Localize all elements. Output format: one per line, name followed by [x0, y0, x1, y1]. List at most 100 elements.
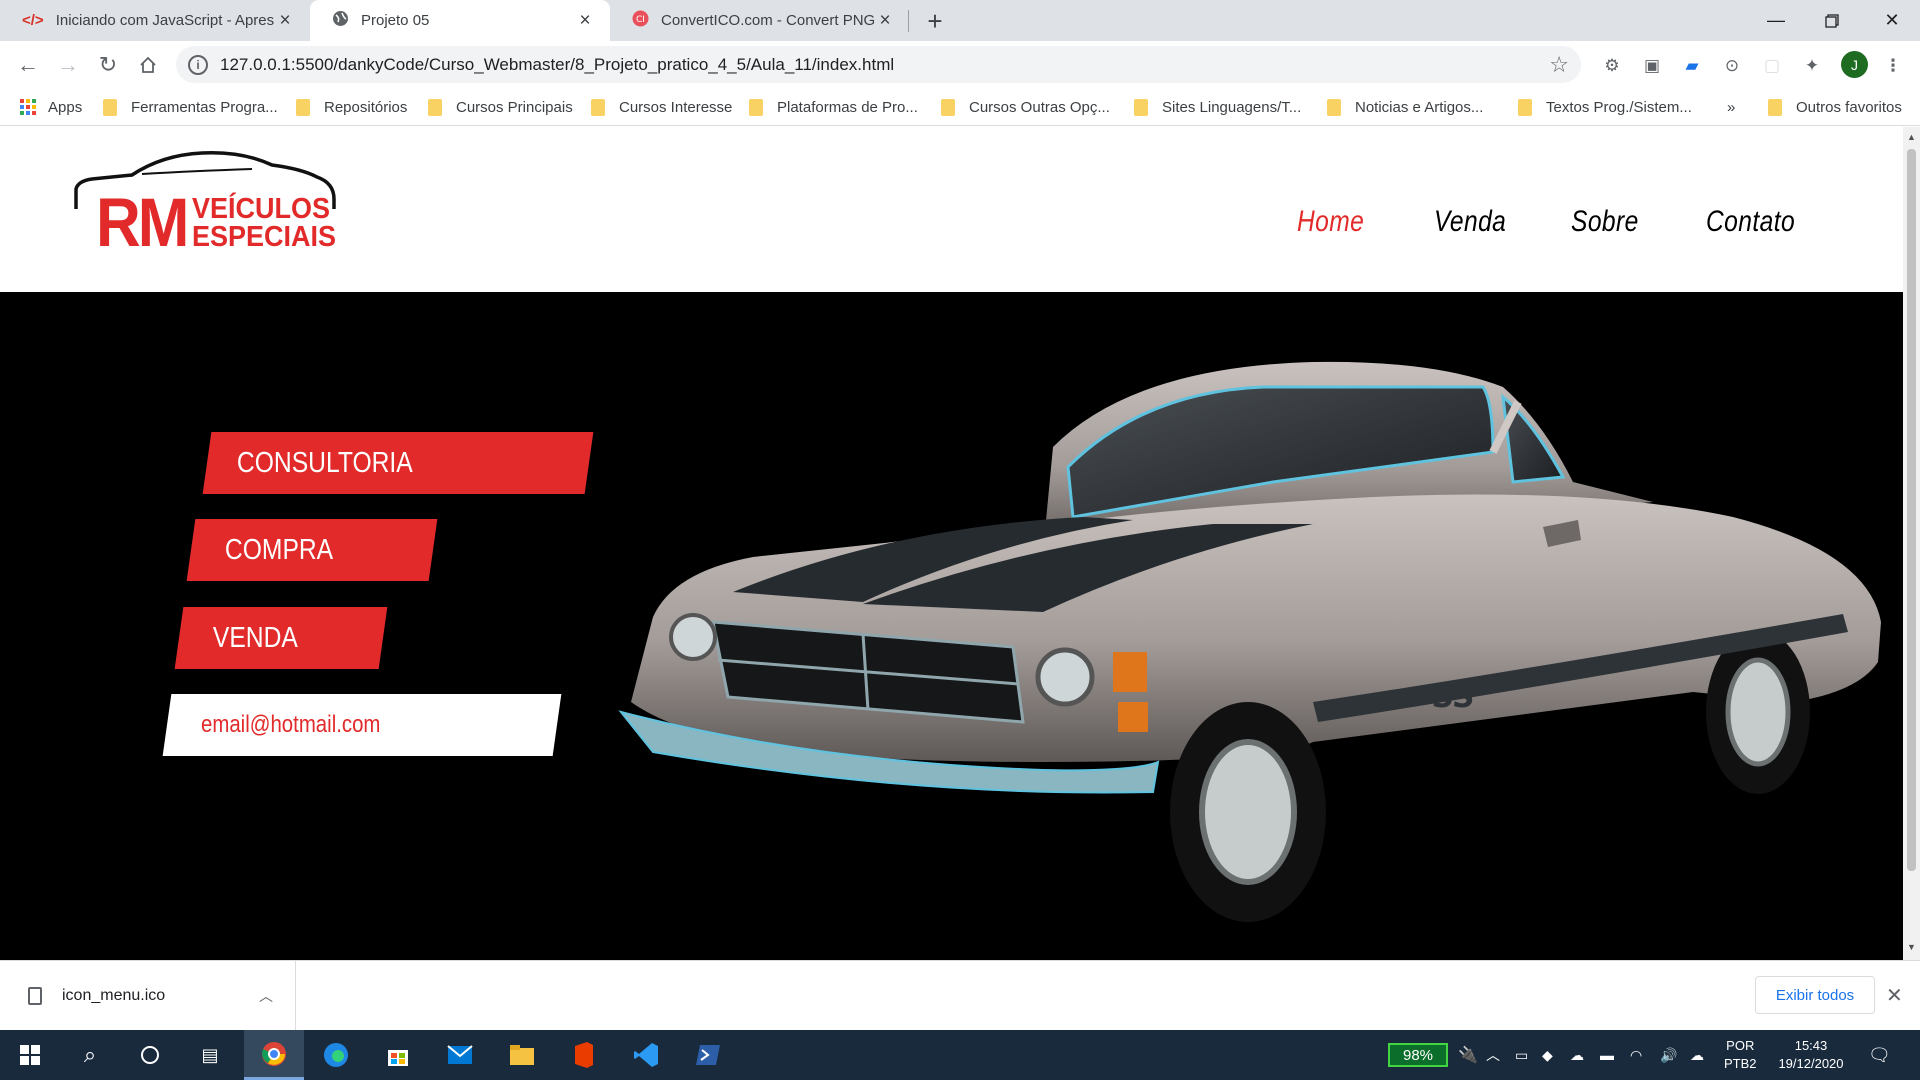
- compra-button[interactable]: COMPRA: [186, 519, 438, 581]
- tab-projeto-05[interactable]: Projeto 05 ×: [310, 0, 610, 41]
- close-icon[interactable]: ×: [574, 10, 596, 32]
- window-close-icon[interactable]: ✕: [1864, 0, 1920, 41]
- main-nav: Home Venda Sobre Contato: [0, 205, 1903, 253]
- site-header: RM VEÍCULOS ESPECIAIS Home Venda Sobre C…: [0, 127, 1903, 292]
- task-view-icon[interactable]: ▤: [180, 1030, 240, 1080]
- bookmark-folder[interactable]: Sites Linguagens/T...: [1134, 95, 1301, 119]
- bookmark-label: Cursos Outras Opç...: [969, 98, 1110, 116]
- address-bar[interactable]: i 127.0.0.1:5500/dankyCode/Curso_Webmast…: [176, 46, 1581, 83]
- tab-convertico[interactable]: CI ConvertICO.com - Convert PNG t ×: [610, 0, 910, 41]
- scroll-up-arrow-icon[interactable]: ▲: [1907, 132, 1916, 142]
- consultoria-button[interactable]: CONSULTORIA: [202, 432, 594, 494]
- cortana-icon[interactable]: [120, 1030, 180, 1080]
- tab-strip: </> Iniciando com JavaScript - Apres × P…: [0, 0, 1920, 41]
- powershell-icon[interactable]: [678, 1030, 738, 1080]
- mail-icon[interactable]: [430, 1030, 490, 1080]
- bookmark-label: Repositórios: [324, 98, 408, 116]
- volume-icon[interactable]: 🔊: [1660, 1030, 1677, 1080]
- edge-icon[interactable]: [306, 1030, 366, 1080]
- venda-button[interactable]: VENDA: [174, 607, 388, 669]
- chevron-up-icon[interactable]: ︿: [259, 986, 273, 1006]
- bookmark-folder[interactable]: Repositórios: [296, 95, 407, 119]
- page-viewport: RM VEÍCULOS ESPECIAIS Home Venda Sobre C…: [0, 127, 1903, 960]
- download-item[interactable]: icon_menu.ico ︿: [0, 961, 296, 1031]
- office-icon[interactable]: [554, 1030, 614, 1080]
- bookmark-label: Cursos Interesse: [619, 98, 733, 116]
- screenshot-extension-icon[interactable]: ▣: [1641, 55, 1663, 77]
- bookmark-folder[interactable]: Cursos Interesse: [591, 95, 732, 119]
- nav-sobre[interactable]: Sobre: [1571, 205, 1639, 239]
- profile-avatar[interactable]: J: [1841, 51, 1868, 78]
- extensions-puzzle-icon[interactable]: ✦: [1801, 55, 1823, 77]
- bookmark-folder[interactable]: Textos Prog./Sistem...: [1518, 95, 1692, 119]
- bookmark-folder[interactable]: Plataformas de Pro...: [749, 95, 918, 119]
- windows-start-icon[interactable]: [0, 1030, 60, 1080]
- nav-venda[interactable]: Venda: [1434, 205, 1506, 239]
- bookmark-apps[interactable]: Apps: [20, 95, 82, 119]
- home-icon[interactable]: [132, 49, 164, 81]
- chrome-icon[interactable]: [244, 1030, 304, 1080]
- close-icon[interactable]: ×: [874, 10, 896, 32]
- chevron-up-icon[interactable]: ︿: [1486, 1030, 1500, 1080]
- hero-banner: SS CONSULTORIA COMPRA VENDA email@hotmai…: [0, 292, 1903, 960]
- file-explorer-icon[interactable]: [492, 1030, 552, 1080]
- forward-arrow-icon[interactable]: →: [52, 49, 84, 81]
- folder-icon: [1768, 98, 1782, 116]
- close-icon[interactable]: ×: [274, 10, 296, 32]
- email-button[interactable]: email@hotmail.com: [162, 694, 562, 756]
- svg-text:CI: CI: [636, 15, 645, 25]
- email-label: email@hotmail.com: [201, 711, 381, 738]
- show-all-downloads-button[interactable]: Exibir todos: [1755, 976, 1875, 1014]
- bookmark-folder[interactable]: Cursos Principais: [428, 95, 573, 119]
- convertico-icon: CI: [632, 10, 649, 31]
- scroll-down-arrow-icon[interactable]: ▼: [1907, 942, 1916, 952]
- clock[interactable]: 15:43 19/12/2020: [1768, 1030, 1854, 1080]
- battery-percentage[interactable]: 98%: [1388, 1043, 1448, 1067]
- menu-dots-icon[interactable]: ⋮: [1882, 55, 1904, 77]
- plug-icon[interactable]: 🔌: [1458, 1030, 1478, 1080]
- battery-icon[interactable]: ▬: [1600, 1030, 1614, 1080]
- input-language[interactable]: POR PTB2: [1724, 1030, 1757, 1080]
- code-extension-icon[interactable]: ⊙: [1721, 55, 1743, 77]
- blank-extension-icon[interactable]: ▢: [1761, 55, 1783, 77]
- wifi-icon[interactable]: ◠: [1630, 1030, 1642, 1080]
- url-text[interactable]: 127.0.0.1:5500/dankyCode/Curso_Webmaster…: [220, 55, 894, 75]
- folder-icon: [1518, 98, 1532, 116]
- back-arrow-icon[interactable]: ←: [12, 49, 44, 81]
- minimize-icon[interactable]: —: [1748, 0, 1804, 41]
- onedrive-cloud-icon[interactable]: ☁: [1570, 1030, 1584, 1080]
- folder-icon: [428, 98, 442, 116]
- folder-icon: [1327, 98, 1341, 116]
- nav-contato[interactable]: Contato: [1706, 205, 1795, 239]
- new-tab-button[interactable]: +: [920, 6, 950, 36]
- vscode-icon[interactable]: [616, 1030, 676, 1080]
- bookmarks-overflow-chevron[interactable]: »: [1727, 95, 1735, 119]
- nav-home[interactable]: Home: [1297, 205, 1364, 239]
- bookmark-folder[interactable]: Cursos Outras Opç...: [941, 95, 1110, 119]
- notifications-icon[interactable]: 🗨: [1868, 1030, 1891, 1080]
- bookmark-other-favorites[interactable]: Outros favoritos: [1768, 95, 1902, 119]
- tab-iniciando-javascript[interactable]: </> Iniciando com JavaScript - Apres ×: [0, 0, 310, 41]
- bookmark-folder[interactable]: Noticias e Artigos...: [1327, 95, 1483, 119]
- reload-icon[interactable]: ↻: [92, 49, 124, 81]
- compra-label: COMPRA: [225, 533, 334, 566]
- meet-now-icon[interactable]: ▭: [1515, 1030, 1528, 1080]
- store-icon[interactable]: [368, 1030, 428, 1080]
- scrollbar-thumb[interactable]: [1907, 149, 1916, 871]
- bookmark-label: Apps: [48, 98, 83, 116]
- info-icon[interactable]: i: [188, 54, 208, 75]
- svg-text:SS: SS: [1433, 680, 1475, 715]
- folder-icon: [296, 98, 310, 116]
- extension-gear-icon[interactable]: ⚙: [1601, 55, 1623, 77]
- page-scrollbar[interactable]: ▲ ▼: [1903, 127, 1920, 960]
- close-icon[interactable]: ✕: [1886, 983, 1903, 1008]
- bookmark-label: Textos Prog./Sistem...: [1546, 98, 1692, 116]
- drive-extension-icon[interactable]: ▰: [1681, 55, 1703, 77]
- dropbox-icon[interactable]: ◆: [1542, 1030, 1553, 1080]
- bookmark-star-icon[interactable]: ☆: [1549, 52, 1569, 78]
- bookmark-folder[interactable]: Ferramentas Progra...: [103, 95, 278, 119]
- bookmark-label: Outros favoritos: [1796, 98, 1902, 116]
- restore-icon[interactable]: [1804, 0, 1860, 41]
- search-icon[interactable]: ⌕: [60, 1030, 120, 1080]
- cloud-upload-icon[interactable]: ☁: [1690, 1030, 1704, 1080]
